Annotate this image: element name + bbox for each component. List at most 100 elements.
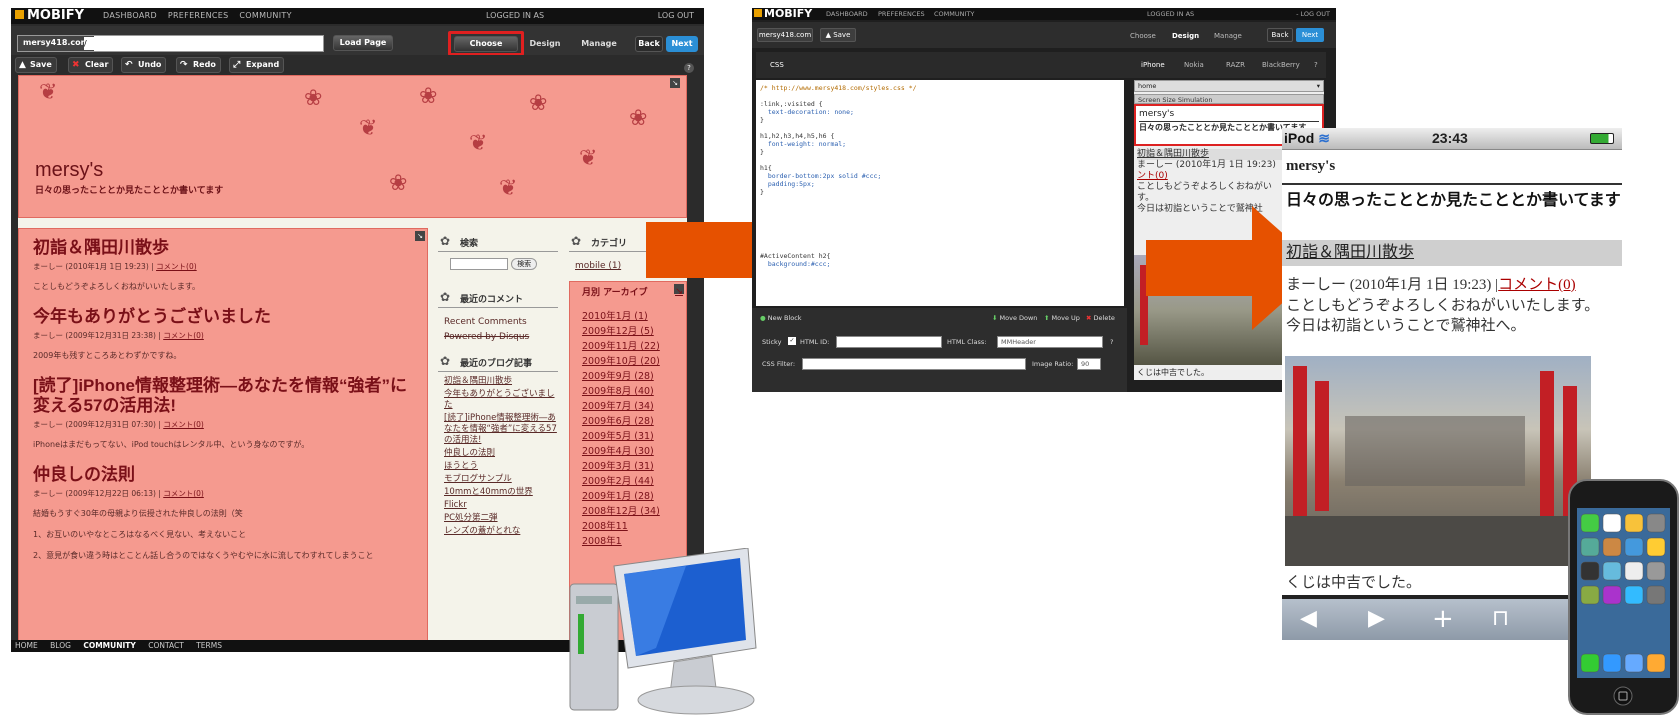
menu-dashboard[interactable]: DASHBOARD xyxy=(103,11,157,20)
menu-community[interactable]: COMMUNITY xyxy=(239,11,291,20)
archive-link[interactable]: 2009年12月 (5) xyxy=(582,324,674,339)
recent-post-link[interactable]: 初詣＆隅田川散歩 xyxy=(444,376,558,387)
add-bookmark-icon[interactable]: + xyxy=(1432,606,1454,632)
post-title[interactable]: 今年もありがとうございました xyxy=(33,307,413,327)
recent-post-link[interactable]: モブログサンプル xyxy=(444,474,558,485)
path-input[interactable] xyxy=(84,37,319,50)
design-tab[interactable]: Design xyxy=(527,36,563,52)
powered-by-link[interactable]: Powered by Disqus xyxy=(444,331,558,344)
url-field[interactable]: mersy418.com xyxy=(17,35,324,52)
mobify-logo[interactable]: MOBIFY xyxy=(754,8,812,19)
move-up-button[interactable]: ⬆ Move Up xyxy=(1044,314,1080,322)
search-button[interactable]: 検索 xyxy=(511,258,538,270)
logout-link[interactable]: - LOG OUT xyxy=(1296,10,1330,18)
post-title[interactable]: 初詣＆隅田川散歩 xyxy=(33,238,413,258)
back-button[interactable]: Back xyxy=(635,36,663,52)
device-razr[interactable]: RAZR xyxy=(1226,61,1245,69)
logout-link[interactable]: LOG OUT xyxy=(658,11,694,20)
manage-tab[interactable]: Manage xyxy=(1214,32,1242,40)
footer-community[interactable]: COMMUNITY xyxy=(83,641,136,650)
archive-link[interactable]: 2009年3月 (31) xyxy=(582,459,674,474)
archive-link[interactable]: 2008年12月 (34) xyxy=(582,504,674,519)
help-icon[interactable]: ? xyxy=(1314,61,1318,69)
posts-block[interactable]: ↘ 初詣＆隅田川散歩 まーしー (2010年1月 1日 19:23) | コメン… xyxy=(18,228,428,640)
clear-button[interactable]: ✖ Clear xyxy=(68,57,114,73)
recent-post-link[interactable]: レンズの蓋がとれな xyxy=(444,526,558,537)
recent-post-link[interactable]: ほうとう xyxy=(444,461,558,472)
load-page-button[interactable]: Load Page xyxy=(333,35,393,51)
archive-link[interactable]: 2009年1月 (28) xyxy=(582,489,674,504)
page-select[interactable]: home ▾ xyxy=(1134,80,1324,92)
device-blackberry[interactable]: BlackBerry xyxy=(1262,61,1300,69)
design-tab[interactable]: Design xyxy=(1172,32,1199,40)
comment-link[interactable]: コメント(0) xyxy=(163,489,204,498)
css-filter-input[interactable] xyxy=(802,358,1026,370)
html-class-input[interactable]: MMHeader xyxy=(997,336,1103,348)
comment-link[interactable]: コメント(0) xyxy=(1498,277,1576,293)
archive-link[interactable]: 2008年1 xyxy=(582,534,674,549)
recent-post-link[interactable]: 今年もありがとうございました xyxy=(444,389,558,411)
footer-contact[interactable]: CONTACT xyxy=(148,641,184,650)
html-id-input[interactable] xyxy=(836,336,942,348)
back-arrow-icon[interactable]: ◀ xyxy=(1300,608,1317,630)
recent-post-link[interactable]: [読了]iPhone情報整理術―あなたを情報“強者”に変える57の活用法! xyxy=(444,413,558,446)
save-button[interactable]: ▲ Save xyxy=(820,28,856,42)
choose-button[interactable]: Choose xyxy=(454,36,518,52)
sticky-checkbox[interactable]: ✓ xyxy=(788,337,796,345)
menu-preferences[interactable]: PREFERENCES xyxy=(878,10,925,18)
recent-posts-title: 最近のブログ記事 xyxy=(438,354,558,372)
recent-post-link[interactable]: PC処分第二弾 xyxy=(444,513,558,524)
post-title[interactable]: 仲良しの法則 xyxy=(33,465,413,485)
comment-link[interactable]: コメント(0) xyxy=(163,331,204,340)
back-button[interactable]: Back xyxy=(1267,28,1293,42)
help-icon[interactable]: ? xyxy=(1110,338,1113,346)
comment-link[interactable]: コメント(0) xyxy=(163,420,204,429)
archive-link[interactable]: 2009年8月 (40) xyxy=(582,384,674,399)
blog-header-block[interactable]: ❦ ❀ ❦ ❀ ❦ ❀ ❦ ❀ ❀ ❦ mersy's 日々の思ったこととか見た… xyxy=(18,75,687,218)
archive-link[interactable]: 2009年5月 (31) xyxy=(582,429,674,444)
help-icon[interactable]: ? xyxy=(684,63,694,73)
menu-dashboard[interactable]: DASHBOARD xyxy=(826,10,868,18)
archive-link[interactable]: 2009年6月 (28) xyxy=(582,414,674,429)
archive-link[interactable]: 2009年11月 (22) xyxy=(582,339,674,354)
save-button[interactable]: ▲ Save xyxy=(15,57,57,73)
next-button[interactable]: Next xyxy=(1296,28,1324,42)
archive-link[interactable]: 2009年4月 (30) xyxy=(582,444,674,459)
choose-tab[interactable]: Choose xyxy=(1130,32,1156,40)
device-nokia[interactable]: Nokia xyxy=(1184,61,1204,69)
block-corner-icon[interactable]: ↘ xyxy=(415,231,425,241)
css-editor[interactable]: /* http://www.mersy418.com/styles.css */… xyxy=(756,80,1124,306)
archive-link[interactable]: 2009年7月 (34) xyxy=(582,399,674,414)
recent-post-link[interactable]: 仲良しの法則 xyxy=(444,448,558,459)
delete-button[interactable]: ✖ Delete xyxy=(1086,314,1115,322)
search-input[interactable] xyxy=(450,258,508,270)
recent-post-link[interactable]: Flickr xyxy=(444,500,558,511)
manage-tab[interactable]: Manage xyxy=(579,36,619,52)
recent-post-link[interactable]: 10mmと40mmの世界 xyxy=(444,487,558,498)
archive-link[interactable]: 2009年2月 (44) xyxy=(582,474,674,489)
archive-link[interactable]: 2008年11 xyxy=(582,519,674,534)
menu-preferences[interactable]: PREFERENCES xyxy=(168,11,229,20)
menu-community[interactable]: COMMUNITY xyxy=(934,10,974,18)
archive-link[interactable]: 2009年9月 (28) xyxy=(582,369,674,384)
new-block-button[interactable]: ● New Block xyxy=(760,314,802,322)
mobile-post-title[interactable]: 初詣＆隅田川散歩 xyxy=(1282,240,1622,266)
post-title[interactable]: [読了]iPhone情報整理術―あなたを情報“強者”に変える57の活用法! xyxy=(33,376,413,416)
css-tab[interactable]: CSS xyxy=(770,61,784,69)
mobify-logo[interactable]: MOBIFY xyxy=(15,9,84,23)
bookmarks-icon[interactable]: ⊓ xyxy=(1492,608,1509,630)
footer-home[interactable]: HOME xyxy=(15,641,38,650)
block-corner-icon[interactable]: ↘ xyxy=(670,78,680,88)
forward-arrow-icon[interactable]: ▶ xyxy=(1368,608,1385,630)
move-down-button[interactable]: ⬇ Move Down xyxy=(992,314,1037,322)
footer-terms[interactable]: TERMS xyxy=(196,641,222,650)
device-iphone[interactable]: iPhone xyxy=(1141,61,1165,69)
comment-link[interactable]: コメント(0) xyxy=(156,262,197,271)
footer-blog[interactable]: BLOG xyxy=(50,641,71,650)
next-button[interactable]: Next xyxy=(666,36,698,52)
undo-button[interactable]: ↶ Undo xyxy=(121,57,167,73)
redo-button[interactable]: ↷ Redo xyxy=(176,57,221,73)
image-ratio-input[interactable]: 90 xyxy=(1077,358,1101,370)
expand-button[interactable]: ⤢ Expand xyxy=(229,57,285,73)
archive-link[interactable]: 2009年10月 (20) xyxy=(582,354,674,369)
